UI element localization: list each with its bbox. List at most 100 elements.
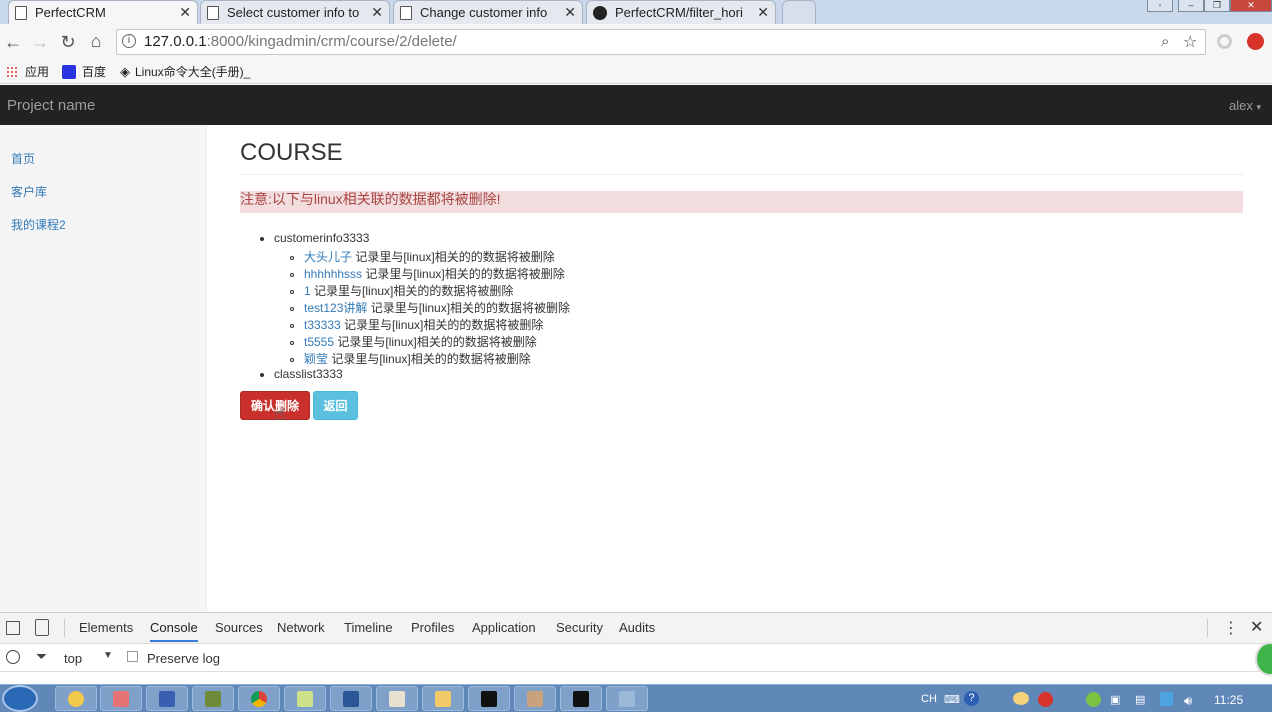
taskbar-word[interactable]	[330, 686, 372, 711]
tab-application[interactable]: Application	[472, 620, 536, 635]
tab-timeline[interactable]: Timeline	[344, 620, 393, 635]
related-record-link[interactable]: t33333	[304, 318, 341, 332]
related-record-link[interactable]: t5555	[304, 335, 334, 349]
tab-audits[interactable]: Audits	[619, 620, 655, 635]
tab-elements[interactable]: Elements	[79, 620, 133, 635]
taskbar-app-11[interactable]	[514, 686, 556, 711]
baidu-icon	[62, 64, 76, 79]
tab-network[interactable]: Network	[277, 620, 325, 635]
taskbar-app-4[interactable]	[192, 686, 234, 711]
related-record-link[interactable]: 1	[304, 284, 311, 298]
list-item: 大头儿子 记录里与[linux]相关的的数据将被删除	[290, 248, 555, 265]
reload-icon[interactable]: ↻	[58, 32, 78, 52]
apps-icon	[6, 65, 18, 78]
list-item: customerinfo3333	[260, 231, 369, 245]
tray-shield-icon[interactable]	[1086, 692, 1101, 707]
keyboard-icon[interactable]: ⌨	[944, 693, 960, 706]
caret-down-icon: ▾	[1256, 102, 1262, 112]
more-options-icon[interactable]: ⋮	[1223, 618, 1239, 638]
divider	[240, 174, 1243, 175]
adblock-icon[interactable]	[1247, 33, 1264, 50]
url-text[interactable]: 127.0.0.1:8000/kingadmin/crm/course/2/de…	[144, 33, 457, 50]
preserve-log-checkbox[interactable]	[127, 651, 138, 662]
tab-select-customer[interactable]: Select customer info to ✕	[200, 0, 390, 24]
volume-icon[interactable]: 🔊︎	[1184, 693, 1192, 709]
brand-link[interactable]: Project name	[7, 97, 95, 114]
window-close-button[interactable]: ✕	[1230, 0, 1272, 12]
clock[interactable]: 11:25	[1214, 693, 1243, 707]
app-navbar	[0, 85, 1272, 125]
list-item: 颖莹 记录里与[linux]相关的的数据将被删除	[290, 350, 531, 367]
tray-device-icon[interactable]: ▣	[1110, 693, 1120, 706]
new-tab-button[interactable]	[782, 0, 816, 24]
close-icon[interactable]: ✕	[179, 4, 191, 21]
filter-icon[interactable]: ⏷	[36, 648, 47, 665]
related-record-link[interactable]: 颖莹	[304, 352, 328, 366]
close-icon[interactable]: ✕	[757, 4, 769, 21]
network-icon[interactable]: ▤	[1135, 693, 1145, 706]
device-toggle-icon[interactable]	[35, 619, 49, 636]
folder-icon	[435, 690, 451, 707]
tab-title: Select customer info to	[227, 5, 360, 20]
back-icon[interactable]: ←	[3, 32, 23, 52]
inspect-icon[interactable]	[6, 621, 20, 635]
tab-profiles[interactable]: Profiles	[411, 620, 454, 635]
context-select[interactable]: top	[64, 651, 82, 666]
minimize-button[interactable]: –	[1178, 0, 1204, 12]
start-button[interactable]	[2, 685, 38, 712]
taskbar-chrome[interactable]	[238, 686, 280, 711]
bookmark-linux[interactable]: ◈ Linux命令大全(手册)_	[120, 63, 250, 80]
list-item: classlist3333	[260, 367, 343, 381]
preserve-log-label: Preserve log	[147, 651, 220, 666]
input-language[interactable]: CH	[921, 693, 937, 705]
taskbar-app-8[interactable]	[376, 686, 418, 711]
taskbar-app-1[interactable]	[55, 686, 97, 711]
tray-app-icon[interactable]	[1013, 692, 1029, 705]
user-menu[interactable]: alex ▾	[1229, 98, 1261, 113]
tab-console[interactable]: Console	[150, 620, 198, 642]
clear-console-icon[interactable]	[6, 650, 20, 664]
restore-button[interactable]: ❐	[1204, 0, 1230, 12]
taskbar-app-3[interactable]	[146, 686, 188, 711]
user-icon[interactable]: ◦	[1147, 0, 1173, 12]
bookmark-baidu[interactable]: 百度	[62, 63, 106, 80]
taskbar-explorer[interactable]	[422, 686, 464, 711]
sidebar-item-courses[interactable]: 我的课程2	[11, 216, 66, 233]
star-icon[interactable]: ☆	[1183, 32, 1197, 52]
tab-security[interactable]: Security	[556, 620, 603, 635]
app-icon	[389, 690, 405, 707]
tab-change-customer[interactable]: Change customer info ✕	[393, 0, 583, 24]
related-record-link[interactable]: 大头儿子	[304, 250, 352, 264]
dropdown-arrow-icon[interactable]: ▼	[103, 650, 113, 661]
sidebar-item-customers[interactable]: 客户库	[11, 183, 47, 200]
forward-icon[interactable]: →	[30, 32, 50, 52]
home-icon[interactable]: ⌂	[86, 31, 106, 51]
github-icon	[593, 5, 607, 20]
taskbar-pycharm[interactable]	[468, 686, 510, 711]
sidebar-item-home[interactable]: 首页	[11, 150, 35, 167]
tab-title: Change customer info	[420, 5, 548, 20]
page-icon	[15, 5, 27, 20]
close-icon[interactable]: ✕	[371, 4, 383, 21]
info-icon[interactable]: i	[122, 34, 136, 48]
extension-icon[interactable]	[1217, 34, 1232, 49]
tray-record-icon[interactable]	[1038, 692, 1053, 707]
page-title: COURSE	[240, 139, 343, 166]
tab-perfectcrm[interactable]: PerfectCRM ✕	[8, 0, 198, 24]
taskbar-app-2[interactable]	[100, 686, 142, 711]
tray-blue-icon[interactable]	[1160, 692, 1173, 706]
taskbar-app-13[interactable]	[606, 686, 648, 711]
related-record-link[interactable]: hhhhhhsss	[304, 267, 362, 281]
zoom-icon[interactable]: ⌕	[1161, 33, 1169, 50]
tab-sources[interactable]: Sources	[215, 620, 263, 635]
related-record-link[interactable]: test123讲解	[304, 301, 367, 315]
taskbar-cmd[interactable]	[560, 686, 602, 711]
help-icon[interactable]: ?	[964, 691, 979, 706]
tab-github[interactable]: PerfectCRM/filter_hori ✕	[586, 0, 776, 24]
back-button[interactable]: 返回	[313, 391, 358, 420]
close-icon[interactable]: ✕	[564, 4, 576, 21]
word-icon	[343, 690, 359, 707]
bookmark-apps[interactable]: 应用	[6, 63, 49, 80]
taskbar-notepad[interactable]	[284, 686, 326, 711]
close-devtools-icon[interactable]: ✕	[1250, 617, 1263, 637]
